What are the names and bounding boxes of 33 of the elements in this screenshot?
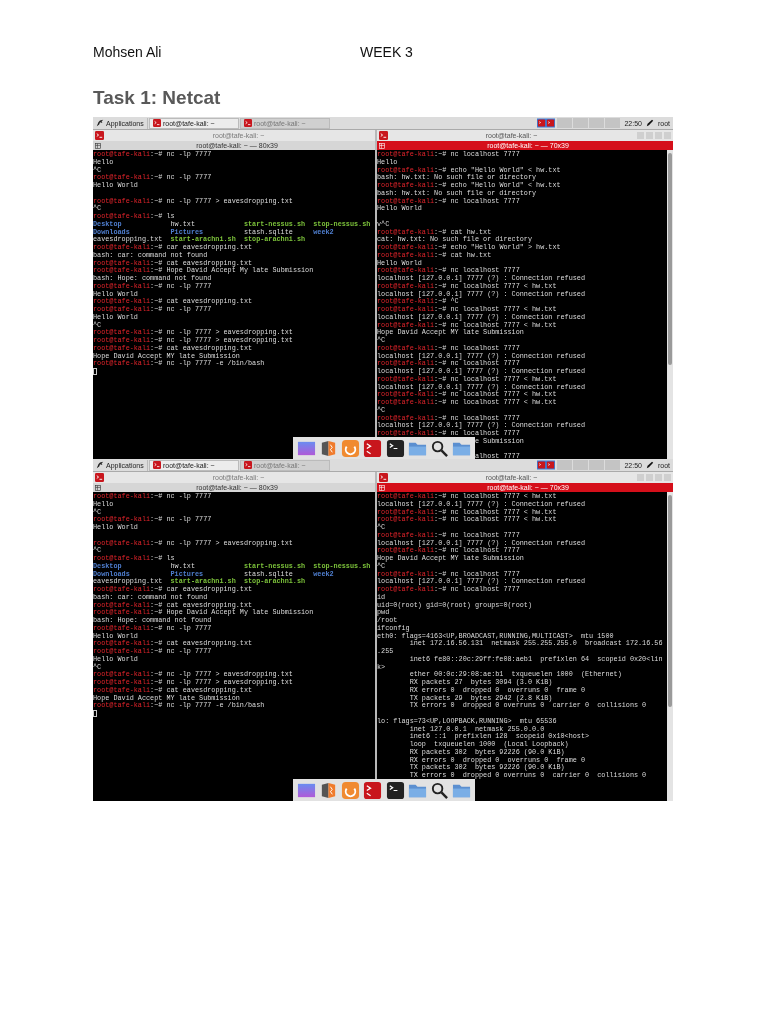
dragon-icon (96, 119, 104, 127)
terminal-icon (95, 142, 101, 149)
search-icon[interactable] (430, 780, 450, 800)
task-heading: Task 1: Netcat (93, 87, 222, 109)
terminal-icon[interactable] (385, 438, 405, 458)
terminal-icon (379, 473, 388, 482)
search-icon[interactable] (430, 438, 450, 458)
scrollbar-thumb[interactable] (668, 495, 672, 708)
scrollbar-thumb[interactable] (668, 153, 672, 366)
text-cursor (93, 710, 97, 717)
workspace-switcher[interactable] (557, 460, 621, 470)
terminal-icon (244, 119, 252, 127)
author-name: Mohsen Ali (93, 44, 163, 61)
week-label: WEEK 3 (360, 44, 413, 61)
terminal-icon (244, 461, 252, 469)
terminal-icon[interactable] (385, 780, 405, 800)
swirl-icon[interactable] (341, 438, 361, 458)
terminal-icon (153, 461, 161, 469)
scrollbar[interactable] (667, 150, 673, 459)
terminal-icon (379, 484, 385, 491)
terminal-icon (95, 131, 104, 140)
workspace-switcher[interactable] (557, 118, 621, 128)
scrollbar[interactable] (667, 492, 673, 801)
pen-icon[interactable] (645, 461, 654, 469)
swirl-icon[interactable] (341, 780, 361, 800)
terminal-icon (95, 473, 104, 482)
text-cursor (93, 368, 97, 375)
terminal-icon (95, 484, 101, 491)
pen-icon[interactable] (645, 119, 654, 127)
terminal-icon (379, 142, 385, 149)
terminal-icon (379, 131, 388, 140)
dragon-icon (96, 461, 104, 469)
terminal-icon (153, 119, 161, 127)
